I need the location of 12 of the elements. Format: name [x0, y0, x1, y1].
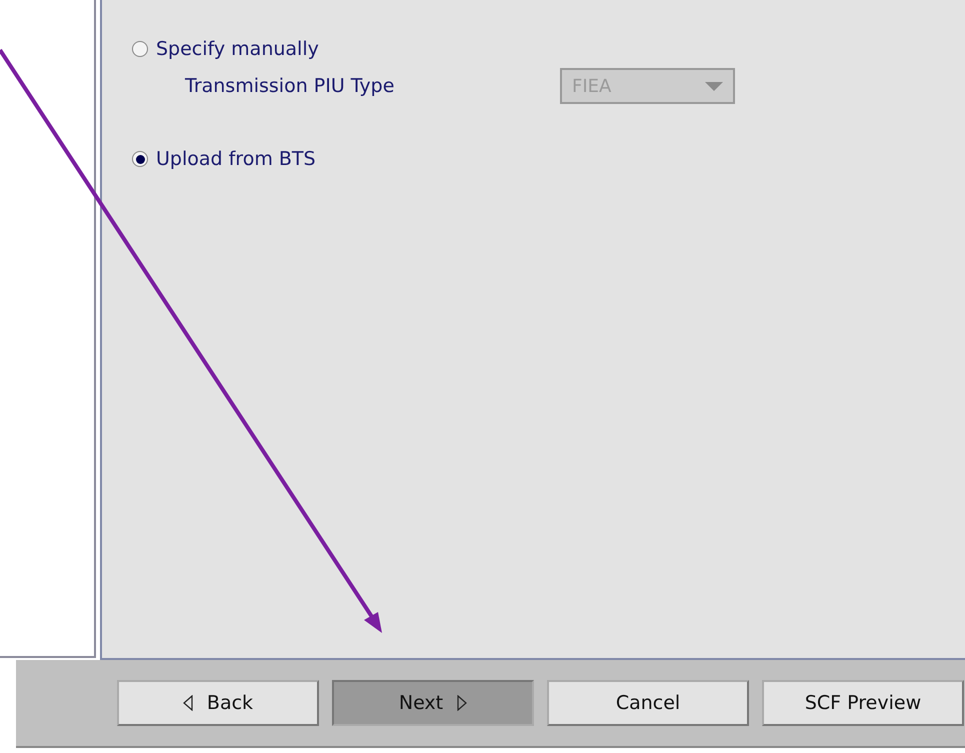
option-label: Upload from BTS	[156, 148, 316, 170]
dialog-button[interactable]: Cancel	[547, 680, 749, 726]
dialog-button[interactable]: SCF Preview	[762, 680, 964, 726]
option-label: Specify manually	[156, 38, 319, 60]
radio-button[interactable]	[132, 151, 148, 167]
caret-icon	[705, 82, 723, 90]
radio-button[interactable]	[132, 41, 148, 57]
right-triangle-icon	[457, 695, 468, 711]
back-button[interactable]: Back	[117, 680, 319, 726]
next-button[interactable]: Next	[332, 680, 534, 726]
left-triangle-icon	[182, 695, 193, 711]
field-label: Transmission PIU Type	[185, 75, 396, 97]
